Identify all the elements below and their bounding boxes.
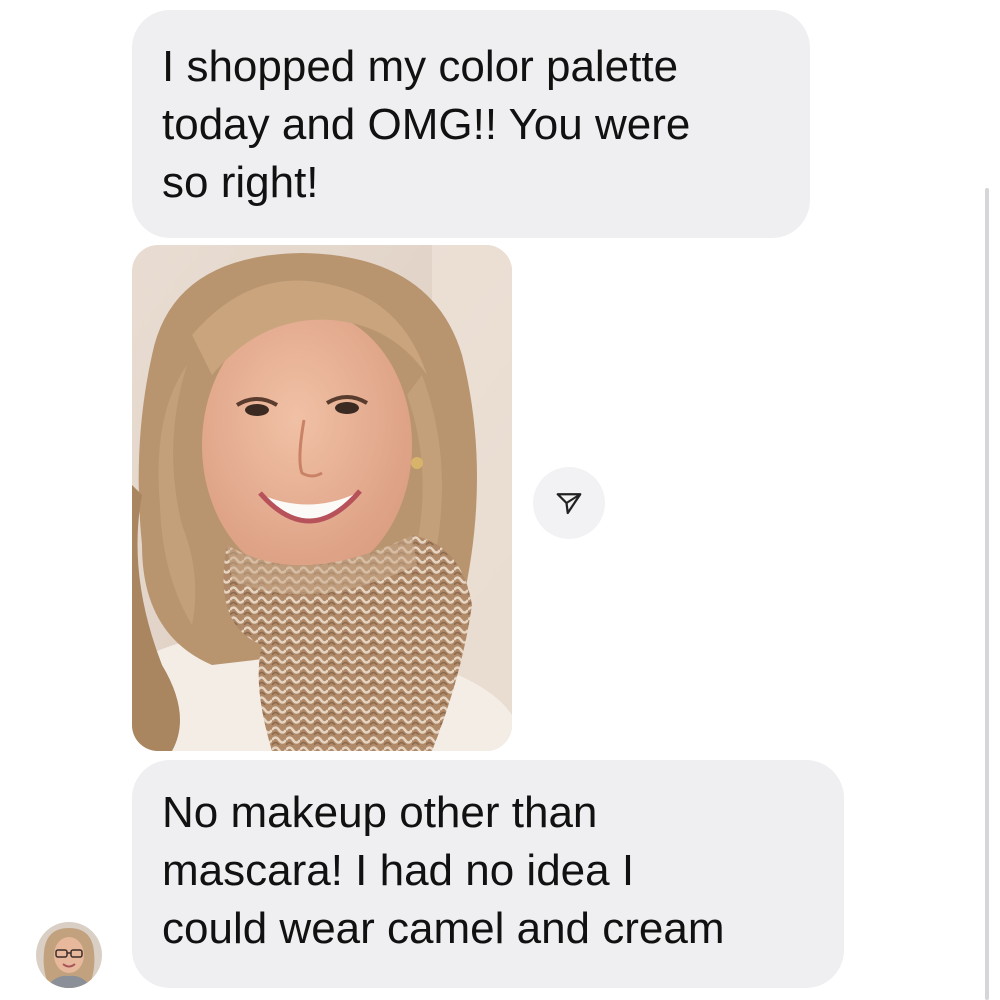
photo-message[interactable]	[132, 245, 512, 751]
message-bubble[interactable]: No makeup other than mascara! I had no i…	[132, 760, 844, 988]
message-text-line: so right!	[162, 158, 319, 207]
message-text-line: mascara! I had no idea I	[162, 846, 635, 895]
share-button[interactable]	[533, 467, 605, 539]
message-bubble[interactable]: I shopped my color palette today and OMG…	[132, 10, 810, 238]
person-photo-icon	[132, 245, 512, 751]
scrollbar[interactable]	[985, 188, 989, 1000]
message-text-line: I shopped my color palette	[162, 42, 679, 91]
avatar-icon	[36, 922, 102, 988]
paper-plane-icon	[556, 493, 582, 515]
message-text-line: could wear camel and cream	[162, 904, 725, 953]
sender-avatar[interactable]	[36, 922, 102, 988]
message-text-line: No makeup other than	[162, 788, 598, 837]
message-text-line: today and OMG!! You were	[162, 100, 691, 149]
message-thread: I shopped my color palette today and OMG…	[0, 0, 1000, 1000]
